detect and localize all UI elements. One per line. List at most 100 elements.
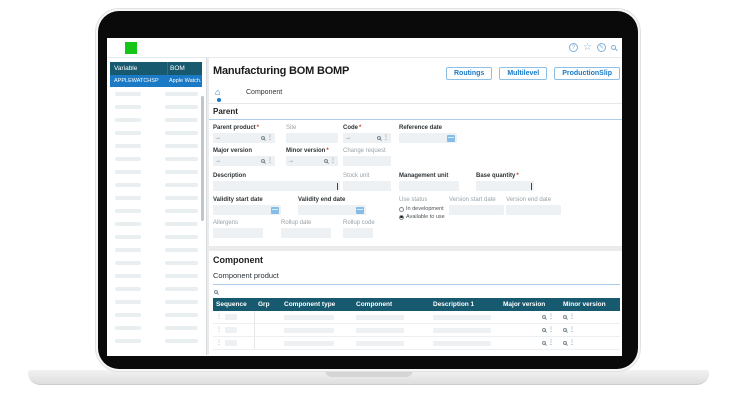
calendar-icon[interactable] (271, 206, 279, 214)
management-unit-input[interactable] (399, 181, 459, 191)
sidebar-row[interactable] (110, 178, 202, 191)
major-version-input[interactable]: → ⋮ (213, 156, 275, 166)
sidebar-row[interactable] (110, 152, 202, 165)
sidebar-row[interactable] (110, 295, 202, 308)
radio-in-development[interactable]: In development (399, 206, 445, 212)
column-header-bom[interactable]: BOM (167, 62, 202, 75)
jump-arrow-icon[interactable]: → (345, 135, 351, 141)
sidebar-row[interactable] (110, 334, 202, 347)
table-search[interactable] (214, 288, 620, 295)
stock-unit-input[interactable] (343, 181, 391, 191)
base-quantity-input[interactable] (476, 181, 534, 191)
field-menu-icon[interactable]: ⋮ (267, 158, 273, 164)
sidebar-selected-row[interactable]: APPLEWATCHSP Apple Watch... (110, 75, 202, 87)
column-header-variable[interactable]: Variable (110, 65, 167, 72)
field-menu-icon[interactable]: ⋮ (548, 327, 554, 333)
version-end-date-input[interactable] (506, 205, 561, 215)
routings-button[interactable]: Routings (445, 67, 493, 80)
column-header[interactable]: Grp (255, 301, 281, 308)
sidebar-row[interactable] (110, 308, 202, 321)
field-menu-icon[interactable]: ⋮ (569, 327, 575, 333)
table-row[interactable]: ⋮ ⋮ ⋮ (213, 337, 620, 350)
lookup-icon[interactable] (542, 341, 546, 345)
sidebar-row[interactable] (110, 139, 202, 152)
table-row[interactable]: ⋮ ⋮ ⋮ (213, 311, 620, 324)
tab-component[interactable]: Component (246, 89, 282, 96)
table-search-icon[interactable] (214, 289, 218, 294)
rollup-date-input[interactable] (281, 228, 331, 238)
radio-icon[interactable] (399, 206, 404, 212)
field-menu-icon[interactable]: ⋮ (548, 314, 554, 320)
sidebar-row[interactable] (110, 282, 202, 295)
reference-date-input[interactable] (399, 133, 457, 143)
field-menu-icon[interactable]: ⋮ (548, 340, 554, 346)
sidebar-row[interactable] (110, 256, 202, 269)
field-menu-icon[interactable]: ⋮ (383, 135, 389, 141)
radio-icon[interactable] (399, 214, 404, 220)
sidebar-row[interactable] (110, 126, 202, 139)
lookup-icon[interactable] (377, 136, 381, 140)
compose-icon[interactable]: ✎ (597, 43, 606, 52)
parent-product-input[interactable]: → ⋮ (213, 133, 275, 143)
placeholder-bar (165, 117, 198, 122)
column-header[interactable]: Component type (281, 301, 353, 308)
selected-variable: APPLEWATCHSP (114, 78, 159, 84)
field-menu-icon[interactable]: ⋮ (267, 135, 273, 141)
version-start-date-input[interactable] (449, 205, 504, 215)
column-header[interactable]: Component (353, 301, 430, 308)
multilevel-button[interactable]: Multilevel (499, 67, 548, 80)
lookup-icon[interactable] (261, 136, 265, 140)
sidebar-row[interactable] (110, 321, 202, 334)
lookup-icon[interactable] (563, 315, 567, 319)
sidebar-row[interactable] (110, 113, 202, 126)
column-header[interactable]: Major version (500, 301, 560, 308)
field-menu-icon[interactable]: ⋮ (330, 158, 336, 164)
table-row[interactable]: ⋮ ⋮ ⋮ (213, 324, 620, 337)
home-tab-icon[interactable]: ⌂ (215, 88, 220, 97)
jump-arrow-icon[interactable]: → (288, 158, 294, 164)
lookup-icon[interactable] (563, 328, 567, 332)
sidebar-row[interactable] (110, 217, 202, 230)
production-slip-button[interactable]: ProductionSlip (554, 67, 620, 80)
jump-arrow-icon[interactable]: → (215, 135, 221, 141)
radio-available-to-use[interactable]: Available to use (399, 214, 445, 220)
calendar-icon[interactable] (447, 134, 455, 142)
field-menu-icon[interactable]: ⋮ (569, 340, 575, 346)
row-handle-icon[interactable]: ⋮ (216, 327, 222, 333)
minor-version-input[interactable]: → ⋮ (286, 156, 338, 166)
lookup-icon[interactable] (261, 159, 265, 163)
column-header[interactable]: Sequence (213, 301, 255, 308)
rollup-code-input[interactable] (343, 228, 373, 238)
row-handle-icon[interactable]: ⋮ (216, 340, 222, 346)
sidebar-row[interactable] (110, 243, 202, 256)
sidebar-row[interactable] (110, 165, 202, 178)
code-input[interactable]: → ⋮ (343, 133, 391, 143)
sidebar-row[interactable] (110, 87, 202, 100)
change-request-input[interactable] (343, 156, 391, 166)
description-input[interactable] (213, 181, 340, 191)
site-input[interactable] (286, 133, 338, 143)
lookup-icon[interactable] (542, 315, 546, 319)
sidebar-row[interactable] (110, 100, 202, 113)
sidebar-row[interactable] (110, 191, 202, 204)
allergens-input[interactable] (213, 228, 263, 238)
field-menu-icon[interactable]: ⋮ (569, 314, 575, 320)
help-icon[interactable]: ? (569, 43, 579, 52)
validity-start-date-input[interactable] (213, 205, 281, 215)
lookup-icon[interactable] (542, 328, 546, 332)
lookup-icon[interactable] (563, 341, 567, 345)
column-header[interactable]: Description 1 (430, 301, 500, 308)
sidebar-row[interactable] (110, 269, 202, 282)
sidebar-row[interactable] (110, 230, 202, 243)
component-table: Sequence Grp Component type Component Descri… (213, 298, 620, 350)
search-icon[interactable] (611, 45, 616, 50)
sidebar-row[interactable] (110, 204, 202, 217)
calendar-icon[interactable] (356, 206, 364, 214)
jump-arrow-icon[interactable]: → (215, 158, 221, 164)
sidebar-scrollbar[interactable] (201, 96, 204, 221)
row-handle-icon[interactable]: ⋮ (216, 314, 222, 320)
validity-end-date-input[interactable] (298, 205, 366, 215)
column-header[interactable]: Minor version (560, 301, 620, 308)
lookup-icon[interactable] (324, 159, 328, 163)
favorites-star-icon[interactable]: ☆ (583, 42, 592, 53)
